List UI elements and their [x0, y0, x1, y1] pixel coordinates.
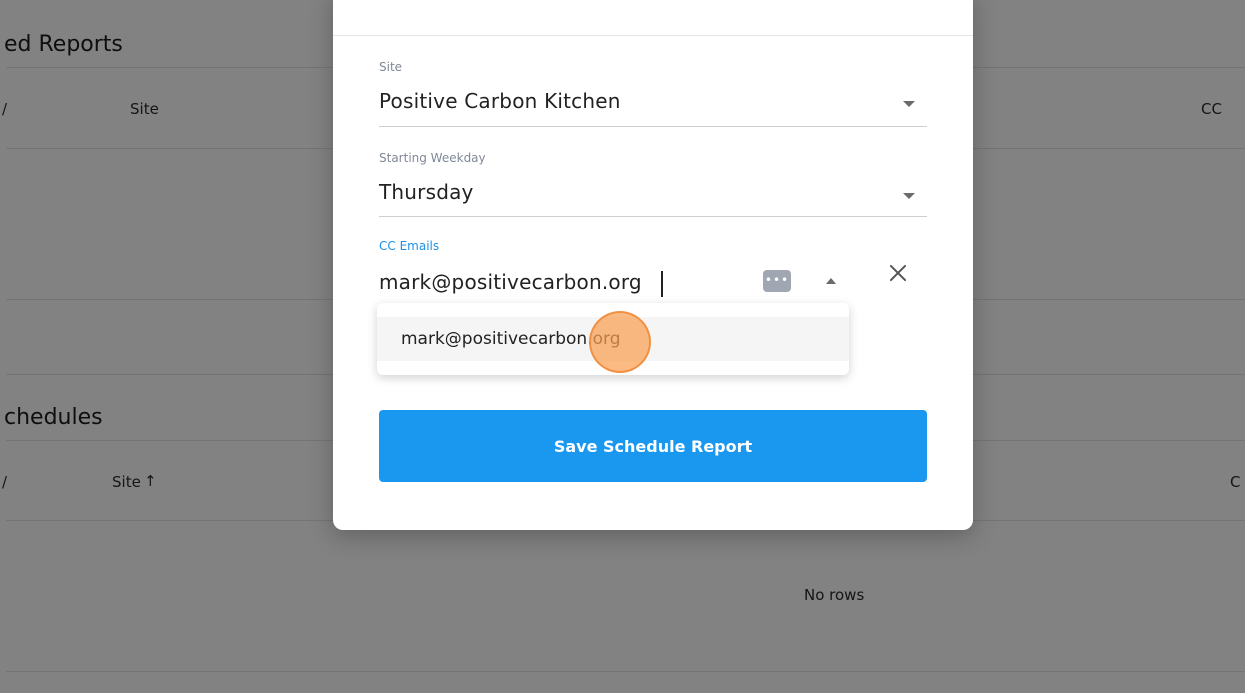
- cc-emails-input[interactable]: mark@positivecarbon.org: [379, 270, 642, 294]
- save-button-label: Save Schedule Report: [553, 436, 753, 456]
- caret-down-icon[interactable]: [903, 193, 915, 199]
- site-select[interactable]: Positive Carbon Kitchen: [379, 89, 621, 113]
- weekday-underline: [379, 216, 927, 217]
- cc-emails-label: CC Emails: [379, 239, 440, 253]
- dialog-divider: [333, 35, 973, 36]
- weekday-select[interactable]: Thursday: [379, 180, 474, 204]
- weekday-label: Starting Weekday: [379, 151, 486, 165]
- dots-icon[interactable]: •••: [763, 270, 791, 292]
- option-label: mark@positivecarbon.org: [401, 329, 621, 349]
- close-icon[interactable]: [887, 262, 909, 284]
- site-underline: [379, 126, 927, 127]
- text-cursor: [661, 271, 663, 297]
- caret-down-icon[interactable]: [903, 101, 915, 107]
- caret-up-icon[interactable]: [826, 278, 836, 284]
- click-indicator: [589, 311, 651, 373]
- site-label: Site: [379, 60, 403, 74]
- save-schedule-report-button[interactable]: Save Schedule Report: [379, 410, 927, 482]
